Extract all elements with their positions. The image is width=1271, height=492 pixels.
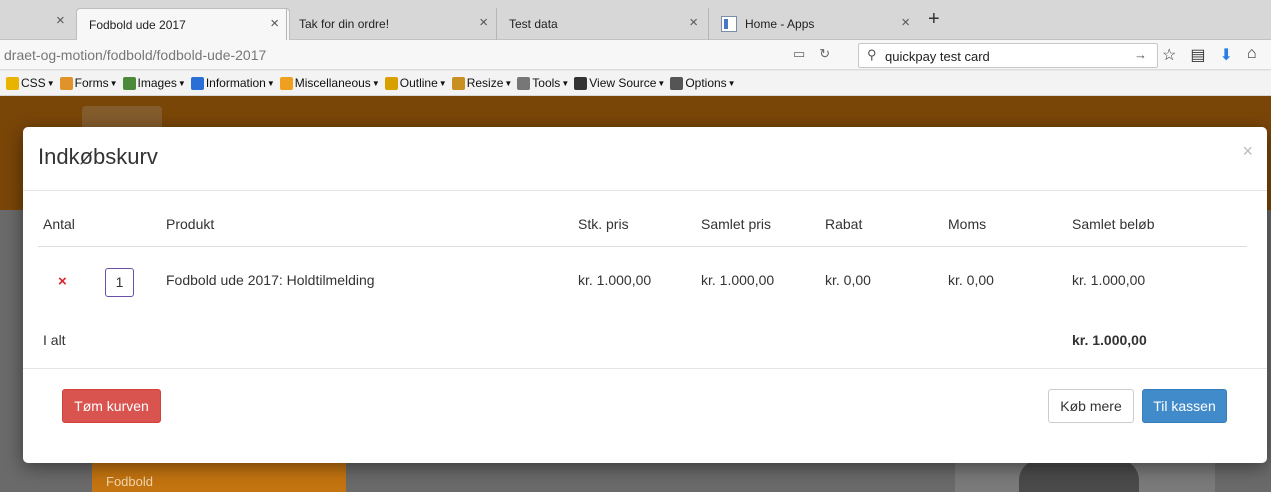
devbar-menu-label: Information [205, 76, 266, 90]
chevron-down-icon: ▼ [266, 78, 275, 88]
devbar-menu-view-source[interactable]: View Source ▼ [574, 76, 665, 90]
chevron-down-icon: ▼ [46, 78, 55, 88]
tab-title: Tak for din ordre! [299, 17, 390, 31]
pencil-icon [384, 76, 398, 90]
reader-view-icon[interactable]: ▭ [793, 46, 805, 62]
column-header-samlet-beloeb: Samlet beløb [1072, 216, 1155, 232]
chevron-down-icon: ▼ [438, 78, 447, 88]
chevron-down-icon: ▼ [727, 78, 736, 88]
reload-icon[interactable]: ↻ [819, 46, 830, 62]
pencil-icon [6, 76, 19, 90]
devbar-menu-miscellaneous[interactable]: Miscellaneous ▼ [279, 76, 380, 90]
devbar-menu-label: CSS [21, 76, 46, 90]
devbar-menu-label: Miscellaneous [294, 76, 371, 90]
devbar-menu-forms[interactable]: Forms ▼ [59, 76, 118, 90]
folder-icon [279, 76, 293, 90]
devbar-menu-tools[interactable]: Tools ▼ [517, 76, 569, 90]
devbar-menu-outline[interactable]: Outline ▼ [384, 76, 447, 90]
devbar-menu-css[interactable]: CSS ▼ [6, 76, 55, 90]
tab-bar: × Fodbold ude 2017 × Tak for din ordre! … [0, 0, 1271, 40]
column-header-produkt: Produkt [166, 216, 215, 232]
download-icon[interactable]: ⬇ [1219, 45, 1232, 65]
discount: kr. 0,00 [825, 272, 871, 288]
column-header-moms: Moms [948, 216, 987, 232]
quantity-field[interactable]: 1 [105, 268, 134, 297]
new-tab-button[interactable]: + [928, 8, 940, 31]
clipboard-icon [59, 76, 73, 90]
options-icon [670, 76, 684, 90]
line-amount: kr. 1.000,00 [1072, 272, 1146, 288]
remove-item-icon[interactable]: × [58, 273, 67, 290]
devbar-menu-options[interactable]: Options ▼ [670, 76, 736, 90]
library-icon[interactable]: ▤ [1190, 45, 1205, 65]
devbar-menu-label: Images [137, 76, 177, 90]
product-image [1019, 460, 1139, 492]
close-tab-icon[interactable]: × [56, 12, 65, 29]
pencil-icon [451, 76, 465, 90]
chevron-down-icon: ▼ [561, 78, 570, 88]
chevron-down-icon: ▼ [657, 78, 666, 88]
cart-modal: Indkøbskurv × Antal Produkt Stk. pris Sa… [23, 127, 1267, 463]
tab-title: Home - Apps [745, 17, 815, 31]
divider [38, 246, 1247, 247]
search-go-icon[interactable]: → [1134, 47, 1147, 62]
apps-favicon-icon [721, 16, 737, 32]
unit-price: kr. 1.000,00 [578, 272, 652, 288]
divider [23, 368, 1267, 369]
devbar-menu-images[interactable]: Images ▼ [122, 76, 186, 90]
close-tab-icon[interactable]: × [689, 14, 698, 31]
total-value: kr. 1.000,00 [1072, 332, 1147, 348]
column-header-samlet-pris: Samlet pris [701, 216, 772, 232]
tab-test-data[interactable]: Test data × [496, 8, 708, 40]
sidebar-category-label: Fodbold [106, 474, 153, 489]
close-tab-icon[interactable]: × [479, 14, 488, 31]
url-field[interactable]: draet-og-motion/fodbold/fodbold-ude-2017 [4, 47, 266, 63]
column-header-stk-pris: Stk. pris [578, 216, 629, 232]
column-header-rabat: Rabat [825, 216, 863, 232]
devbar-menu-label: Tools [532, 76, 561, 90]
address-bar: draet-og-motion/fodbold/fodbold-ude-2017… [0, 40, 1271, 70]
devbar-menu-label: Forms [74, 76, 109, 90]
devbar-menu-label: Resize [466, 76, 504, 90]
home-icon[interactable]: ⌂ [1247, 45, 1257, 65]
developer-toolbar: CSS ▼ Forms ▼ Images ▼ Information ▼ Miscellaneo… [0, 71, 1271, 96]
chevron-down-icon: ▼ [109, 78, 118, 88]
tab-title: Fodbold ude 2017 [89, 17, 186, 32]
column-header-antal: Antal [43, 216, 75, 232]
console-icon [574, 76, 588, 90]
chevron-down-icon: ▼ [371, 78, 380, 88]
total-price: kr. 1.000,00 [701, 272, 775, 288]
modal-title: Indkøbskurv [38, 144, 158, 169]
search-box[interactable]: ⚲ → [858, 43, 1158, 68]
close-tab-icon[interactable]: × [901, 14, 910, 31]
close-icon[interactable]: × [1242, 141, 1253, 162]
devbar-menu-resize[interactable]: Resize ▼ [451, 76, 513, 90]
chevron-down-icon: ▼ [504, 78, 513, 88]
devbar-menu-label: View Source [589, 76, 657, 90]
search-input[interactable] [885, 47, 1125, 65]
product-name: Fodbold ude 2017: Holdtilmelding [166, 272, 375, 288]
image-icon [122, 76, 136, 90]
info-icon [190, 76, 204, 90]
tab-home-apps[interactable]: Home - Apps × [708, 8, 920, 40]
checkout-button[interactable]: Til kassen [1142, 389, 1227, 423]
devbar-menu-information[interactable]: Information ▼ [190, 76, 275, 90]
empty-cart-button[interactable]: Tøm kurven [62, 389, 161, 423]
total-label: I alt [43, 332, 66, 348]
bookmark-star-icon[interactable]: ☆ [1162, 45, 1176, 65]
tools-icon [517, 76, 531, 90]
devbar-menu-label: Outline [399, 76, 438, 90]
close-tab-icon[interactable]: × [270, 15, 279, 32]
devbar-menu-label: Options [685, 76, 727, 90]
divider [23, 190, 1267, 191]
search-icon: ⚲ [867, 47, 877, 62]
tab-fodbold[interactable]: Fodbold ude 2017 × [76, 8, 290, 40]
buy-more-button[interactable]: Køb mere [1048, 389, 1134, 423]
vat: kr. 0,00 [948, 272, 994, 288]
chevron-down-icon: ▼ [177, 78, 186, 88]
tab-tak-for-din-ordre[interactable]: Tak for din ordre! × [286, 8, 498, 40]
tab-title: Test data [509, 17, 558, 31]
